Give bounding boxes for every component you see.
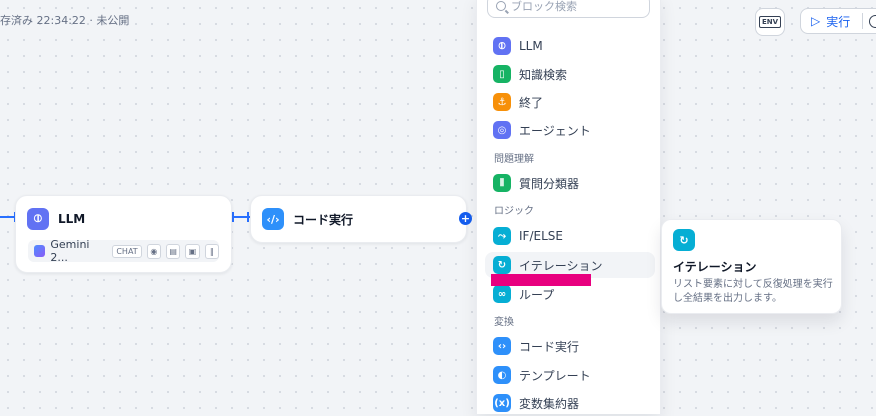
llm-node-title: LLM — [58, 212, 86, 226]
code-node[interactable]: ‹/› コード実行 — [250, 195, 467, 243]
gemini-icon — [34, 245, 46, 257]
edge-handle — [247, 212, 249, 222]
block-item-label: テンプレート — [519, 368, 591, 383]
iteration-icon: ↻ — [673, 229, 695, 251]
block-item-end[interactable]: ⚓ 終了 — [485, 89, 655, 115]
tooltip-description: リスト要素に対して反復処理を実行し全結果を出力します。 — [673, 279, 833, 304]
agent-icon: ◎ — [493, 121, 511, 139]
divider — [862, 13, 864, 29]
video-icon: ▣ — [185, 243, 200, 259]
book-icon: ▯ — [493, 65, 511, 83]
block-search[interactable] — [487, 0, 650, 18]
block-item-template[interactable]: ◐ テンプレート — [485, 362, 655, 388]
code-node-title: コード実行 — [293, 212, 354, 227]
variable-icon: (x) — [493, 394, 511, 412]
block-item-label: コード実行 — [519, 339, 580, 354]
block-item-ifelse[interactable]: ⤳ IF/ELSE — [485, 223, 655, 249]
highlight-annotation — [491, 274, 591, 286]
category-transform: 変換 — [494, 317, 514, 328]
block-item-label: エージェント — [519, 123, 591, 138]
block-item-label: 知識検索 — [519, 67, 568, 82]
env-button[interactable]: ENV — [755, 8, 785, 36]
document-icon: ▤ — [166, 243, 181, 259]
block-item-llm[interactable]: ⦶ LLM — [485, 33, 655, 59]
vision-icon: ◉ — [146, 243, 162, 259]
run-button[interactable]: ▷ 実行 — [800, 8, 876, 34]
classifier-icon: ⫴ — [493, 174, 511, 192]
block-item-agent[interactable]: ◎ エージェント — [485, 117, 655, 143]
block-item-label: IF/ELSE — [519, 229, 563, 243]
audio-icon: ‖ — [204, 243, 219, 259]
category-logic: ロジック — [494, 206, 534, 217]
tooltip-title: イテレーション — [673, 260, 757, 274]
code-icon: ‹/› — [262, 208, 284, 230]
history-icon[interactable] — [869, 14, 876, 28]
add-node-plus-icon[interactable]: + — [459, 212, 472, 225]
save-status: 存済み 22:34:22 · 未公開 — [0, 14, 130, 27]
model-selector[interactable]: Gemini 2... CHAT ◉ ▤ ▣ ‖ — [28, 238, 219, 264]
end-icon: ⚓ — [493, 93, 511, 111]
edge-handle — [232, 212, 234, 222]
block-item-knowledge[interactable]: ▯ 知識検索 — [485, 61, 655, 87]
loop-icon: ∞ — [493, 285, 511, 303]
play-icon: ▷ — [811, 14, 821, 28]
run-label: 実行 — [826, 14, 851, 29]
edge-left — [0, 216, 15, 218]
block-item-classifier[interactable]: ⫴ 質問分類器 — [485, 170, 655, 196]
iteration-icon: ↻ — [493, 256, 511, 274]
search-icon — [496, 1, 506, 11]
model-name: Gemini 2... — [50, 238, 90, 264]
block-item-label: 変数集約器 — [519, 396, 580, 411]
env-icon: ENV — [758, 16, 782, 28]
block-item-label: 終了 — [519, 95, 544, 110]
block-search-input[interactable] — [511, 0, 641, 13]
block-item-label: イテレーション — [519, 258, 603, 273]
block-item-label: ループ — [519, 287, 555, 302]
block-item-label: 質問分類器 — [519, 176, 580, 191]
block-selector-panel: ⦶ LLM ▯ 知識検索 ⚓ 終了 ◎ エージェント 問題理解 ⫴ 質問分類器 … — [476, 0, 661, 414]
code-icon: ‹› — [493, 337, 511, 355]
llm-icon: ⦶ — [27, 208, 49, 230]
model-mode-badge: CHAT — [112, 244, 142, 258]
branch-icon: ⤳ — [493, 227, 511, 245]
block-item-variable-aggregator[interactable]: (x) 変数集約器 — [485, 390, 655, 416]
llm-icon: ⦶ — [493, 37, 511, 55]
llm-node[interactable]: ⦶ LLM Gemini 2... CHAT ◉ ▤ ▣ ‖ — [15, 195, 232, 273]
iteration-tooltip: ↻ イテレーション リスト要素に対して反復処理を実行し全結果を出力します。 — [661, 219, 842, 314]
block-item-label: LLM — [519, 39, 543, 53]
category-understanding: 問題理解 — [494, 154, 534, 165]
block-item-code[interactable]: ‹› コード実行 — [485, 333, 655, 359]
template-icon: ◐ — [493, 366, 511, 384]
